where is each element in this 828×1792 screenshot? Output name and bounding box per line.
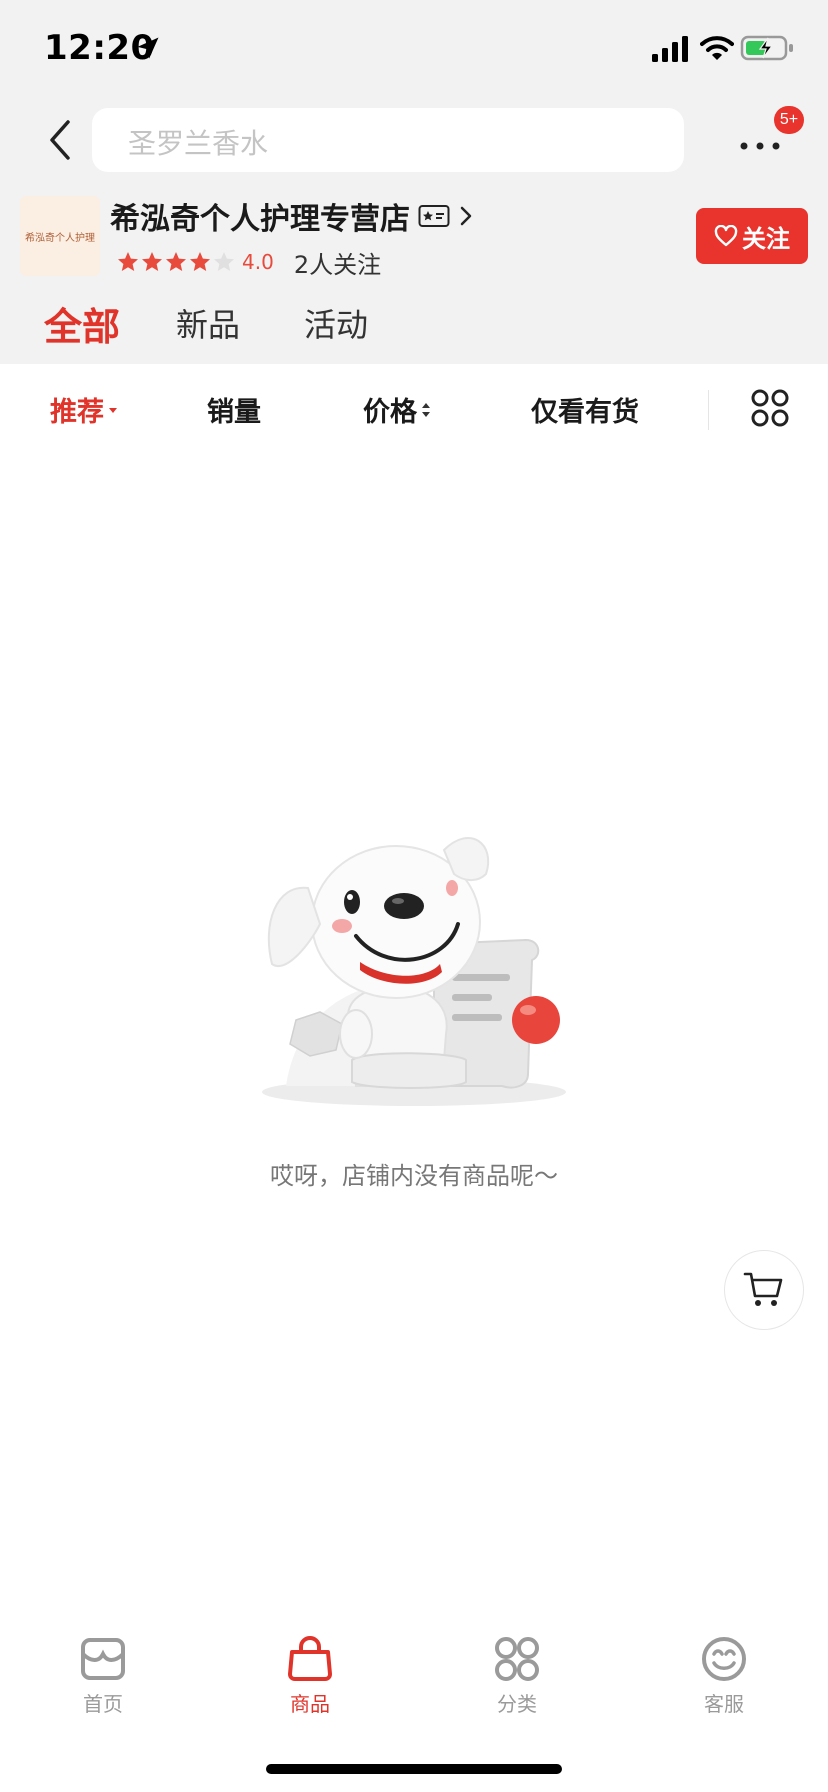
service-icon [702, 1637, 746, 1681]
bottom-tab-category[interactable]: 分类 [457, 1636, 577, 1717]
star-filled-icon [142, 252, 162, 271]
bottom-tab-service[interactable]: 客服 [664, 1636, 784, 1717]
shop-logo[interactable]: 希泓奇个人护理 [20, 196, 100, 276]
store-icon [81, 1638, 125, 1680]
cellular-signal-icon [652, 36, 688, 62]
rating-stars [116, 250, 236, 274]
sort-recommended[interactable]: 推荐 [50, 390, 120, 429]
chevron-right-icon [460, 206, 472, 226]
follow-label: 关注 [742, 224, 790, 253]
rating-value: 4.0 [242, 250, 274, 274]
sort-bar: 推荐 销量 价格 仅看有货 [0, 364, 828, 454]
battery-charging-icon [740, 35, 793, 61]
bottom-tab-products-label: 商品 [290, 1692, 330, 1716]
star-filled-icon [166, 252, 186, 271]
cart-button[interactable] [724, 1250, 804, 1330]
shop-name: 希泓奇个人护理专营店 [110, 202, 410, 237]
bottom-tab-home[interactable]: 首页 [43, 1636, 163, 1717]
follower-count: 2人关注 [293, 250, 382, 279]
bottom-tab-bar: 首页 商品 分类 客服 [0, 1620, 828, 1730]
search-placeholder: 圣罗兰香水 [128, 127, 269, 160]
category-icon [495, 1637, 539, 1681]
sort-in-stock-label: 仅看有货 [531, 397, 639, 428]
search-input[interactable]: 圣罗兰香水 [92, 108, 684, 172]
sort-price[interactable]: 价格 [363, 390, 433, 429]
shop-rating: 4.0 2人关注 [116, 244, 381, 280]
more-options-icon[interactable] [736, 126, 784, 166]
tab-all[interactable]: 全部 [44, 296, 120, 351]
grid-view-icon[interactable] [750, 388, 790, 428]
message-badge: 5+ [774, 106, 804, 134]
star-filled-icon [118, 252, 138, 271]
sort-arrows-icon [422, 402, 430, 417]
triangle-down-icon [109, 407, 117, 413]
home-indicator [266, 1764, 562, 1774]
bottom-tab-category-label: 分类 [497, 1692, 537, 1716]
star-filled-icon [190, 252, 210, 271]
location-arrow-icon [137, 37, 159, 59]
follow-button[interactable]: 关注 [696, 208, 808, 264]
header-area: 12:20 圣罗兰香水 5+ 希泓奇个人护理 希泓奇个人护理专营店 4.0 2人… [0, 0, 828, 364]
bag-icon [288, 1636, 332, 1681]
bottom-tab-home-label: 首页 [83, 1692, 123, 1716]
heart-icon [714, 225, 738, 247]
sort-price-label: 价格 [363, 397, 417, 428]
wifi-icon [700, 36, 734, 60]
bottom-tab-service-label: 客服 [704, 1692, 744, 1716]
shop-name-row[interactable]: 希泓奇个人护理专营店 [110, 194, 474, 238]
empty-dog-mascot-illustration [262, 837, 566, 1106]
back-chevron-icon[interactable] [40, 116, 80, 164]
star-empty-icon [214, 252, 234, 271]
shop-card-icon [418, 205, 450, 227]
sort-divider [708, 390, 709, 430]
sort-recommended-label: 推荐 [50, 397, 104, 428]
cart-icon [743, 1272, 783, 1306]
shop-logo-text: 希泓奇个人护理 [25, 232, 95, 244]
sort-sales-label: 销量 [207, 397, 261, 428]
empty-state-message: 哎呀，店铺内没有商品呢～ [270, 1162, 558, 1190]
sort-in-stock[interactable]: 仅看有货 [531, 390, 639, 429]
sort-sales[interactable]: 销量 [207, 390, 261, 429]
tab-new[interactable]: 新品 [176, 300, 240, 346]
bottom-tab-products[interactable]: 商品 [250, 1636, 370, 1717]
tab-activity[interactable]: 活动 [304, 300, 368, 346]
